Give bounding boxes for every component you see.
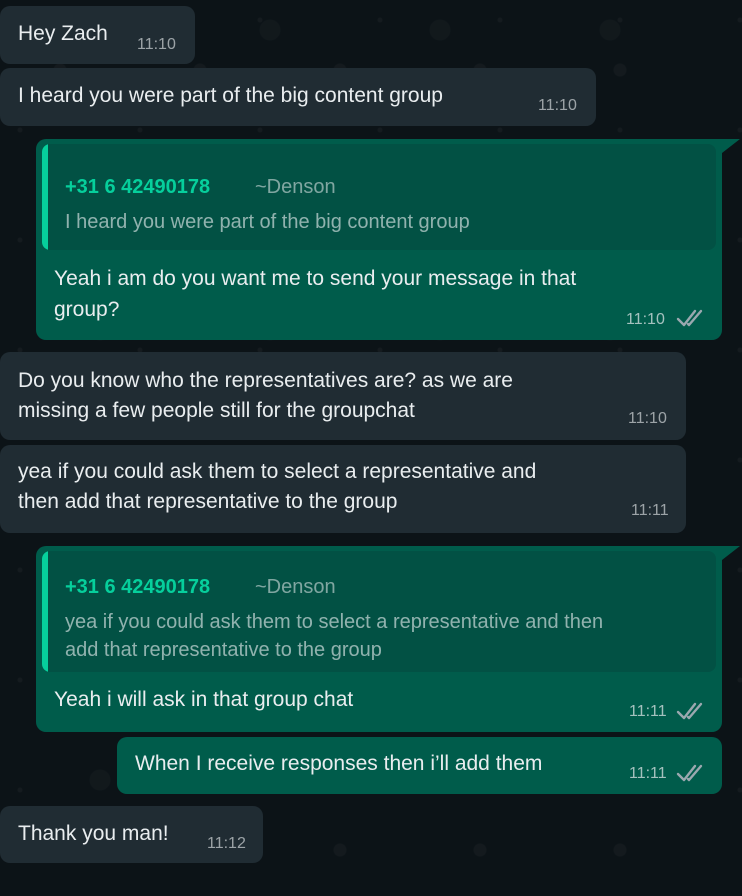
incoming-message[interactable]: yea if you could ask them to select a re…: [0, 445, 686, 533]
incoming-message[interactable]: Thank you man! 11:12: [0, 806, 263, 863]
message-time: 11:10: [628, 410, 667, 427]
outgoing-reply-message[interactable]: +31 6 42490178 ~Denson I heard you were …: [36, 139, 740, 340]
message-text-line: missing a few people still for the group…: [18, 399, 415, 422]
message-text-line: group?: [54, 298, 120, 321]
quoted-sender-name: ~Denson: [255, 576, 336, 598]
message-text-line: yea if you could ask them to select a re…: [18, 460, 537, 483]
quoted-text: I heard you were part of the big content…: [65, 211, 470, 233]
message-text-line: Do you know who the representatives are?…: [18, 369, 513, 392]
message-time: 11:10: [626, 311, 665, 328]
quoted-text-line: add that representative to the group: [65, 639, 382, 661]
read-double-check-icon: [676, 702, 703, 720]
outgoing-reply-message[interactable]: +31 6 42490178 ~Denson yea if you could …: [36, 546, 740, 732]
incoming-message[interactable]: Do you know who the representatives are?…: [0, 352, 686, 440]
quoted-text-line: yea if you could ask them to select a re…: [65, 611, 604, 633]
read-double-check-icon: [676, 309, 703, 327]
message-text: Thank you man!: [18, 822, 169, 845]
quote-accent-bar: [42, 551, 48, 672]
read-double-check-icon: [676, 764, 703, 782]
bubble-tail: [722, 139, 740, 153]
quoted-message[interactable]: +31 6 42490178 ~Denson yea if you could …: [42, 551, 716, 672]
outgoing-message[interactable]: When I receive responses then i’ll add t…: [117, 737, 722, 794]
message-time: 11:10: [538, 97, 577, 114]
incoming-message[interactable]: Hey Zach 11:10: [0, 6, 195, 64]
message-time: 11:10: [137, 36, 176, 53]
message-text: When I receive responses then i’ll add t…: [135, 752, 543, 775]
quoted-message[interactable]: +31 6 42490178 ~Denson I heard you were …: [42, 144, 716, 250]
quoted-sender-name: ~Denson: [255, 176, 336, 198]
message-text-line: then add that representative to the grou…: [18, 490, 398, 513]
quoted-sender-phone: +31 6 42490178: [65, 576, 211, 598]
message-text: I heard you were part of the big content…: [18, 84, 443, 107]
message-text-line: Yeah i am do you want me to send your me…: [54, 267, 577, 290]
quoted-sender-phone: +31 6 42490178: [65, 176, 211, 198]
bubble-tail: [722, 546, 740, 560]
message-time: 11:11: [631, 502, 669, 519]
message-text: Yeah i will ask in that group chat: [54, 688, 354, 711]
message-time: 11:11: [629, 765, 667, 782]
message-time: 11:11: [629, 703, 667, 720]
quote-accent-bar: [42, 144, 48, 250]
message-time: 11:12: [207, 835, 246, 852]
message-text: Hey Zach: [18, 22, 108, 45]
incoming-message[interactable]: I heard you were part of the big content…: [0, 68, 596, 126]
